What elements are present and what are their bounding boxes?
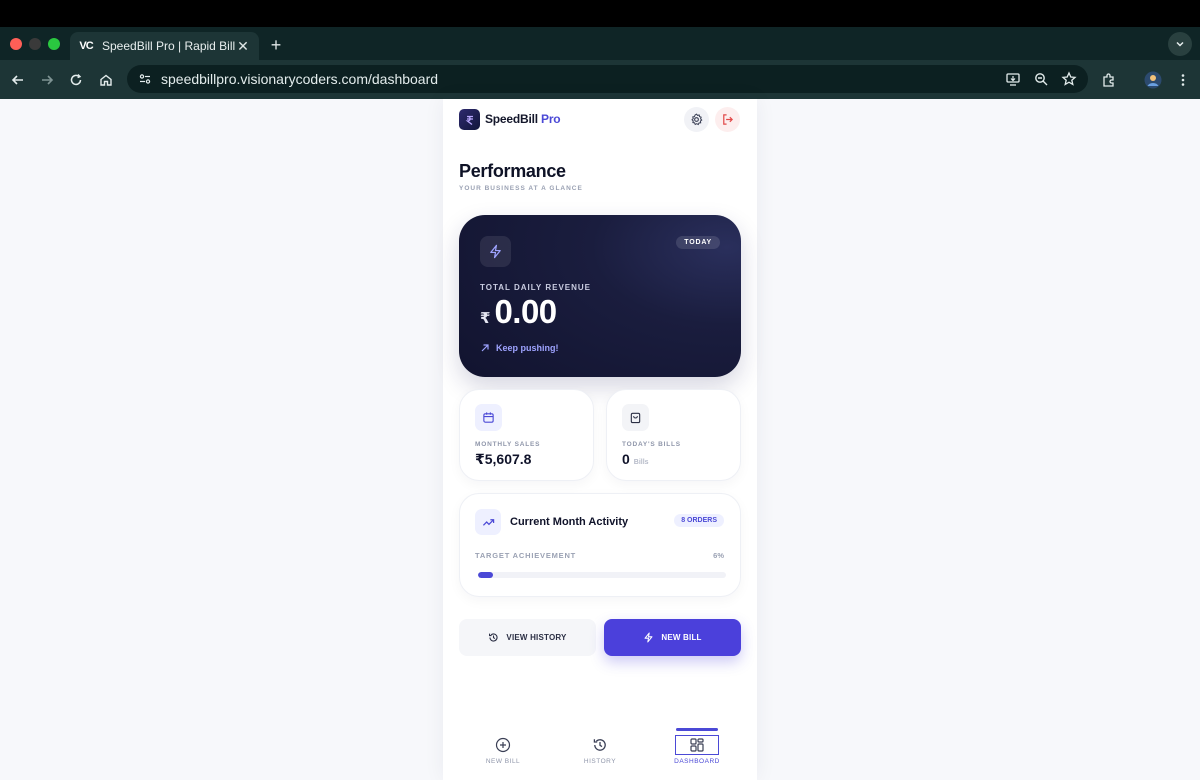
shopping-bag-icon [630,412,641,424]
todays-bills-card: TODAY'S BILLS 0 Bills [606,389,741,481]
gear-icon [691,113,703,126]
trending-up-icon [482,518,494,526]
tab-favicon-icon: VC [79,40,93,52]
hero-footer: Keep pushing! [480,343,559,353]
orders-badge: 8 ORDERS [674,514,724,527]
view-history-button[interactable]: VIEW HISTORY [459,619,596,656]
stat-value: 0 Bills [622,451,649,467]
page-title: Performance [459,161,566,181]
nav-label: NEW BILL [485,758,521,765]
home-button[interactable] [95,69,117,91]
brand-name-text: SpeedBill [485,112,538,126]
arrow-up-right-icon [481,344,489,352]
nav-item-dashboard[interactable]: DASHBOARD [667,735,727,775]
revenue-label: TOTAL DAILY REVENUE [480,283,592,292]
history-icon [489,633,498,642]
profile-avatar[interactable] [1142,69,1164,91]
brand-suffix: Pro [541,112,561,126]
url-text[interactable]: speedbillpro.visionarycoders.com/dashboa… [161,71,438,87]
target-progress-fill [478,572,493,578]
view-history-label: VIEW HISTORY [506,633,567,642]
daily-revenue-card: TODAY TOTAL DAILY REVENUE ₹ 0.00 Keep pu… [459,215,741,377]
stat-icon-box [622,404,649,431]
monthly-sales-card: MONTHLY SALES ₹5,607.8 [459,389,594,481]
revenue-amount: ₹ 0.00 [480,293,557,331]
nav-active-indicator [676,728,718,731]
new-bill-label: NEW BILL [661,633,702,642]
back-button[interactable] [7,69,29,91]
dashboard-grid-icon [675,735,719,755]
bottom-navigation: NEW BILL HISTORY DASHBOARD [443,727,757,780]
stat-label: MONTHLY SALES [475,441,541,448]
stat-icon-box [475,404,502,431]
rupee-logo-icon [465,115,473,125]
current-month-activity-card: Current Month Activity 8 ORDERS TARGET A… [459,493,741,597]
page-subtitle: YOUR BUSINESS AT A GLANCE [459,185,583,192]
new-bill-button[interactable]: NEW BILL [604,619,741,656]
lightning-icon [644,632,653,643]
window-close-button[interactable] [10,38,22,50]
os-menubar [0,0,1200,27]
arrow-left-icon [11,75,23,85]
logout-button[interactable] [715,107,740,132]
browser-menu-button[interactable] [1172,69,1194,91]
browser-tabstrip: VC SpeedBill Pro | Rapid Billing b ✕ + [0,27,1200,60]
bookmark-star-icon[interactable] [1060,70,1078,88]
target-label: TARGET ACHIEVEMENT [475,551,577,560]
activity-icon-box [475,509,501,535]
target-percentage: 6% [713,551,724,560]
hero-footer-text: Keep pushing! [496,343,559,353]
stat-unit: Bills [633,459,649,466]
arrow-right-icon [42,75,54,85]
puzzle-icon [1103,73,1114,87]
activity-title: Current Month Activity [510,516,629,528]
calendar-icon [483,412,494,423]
new-tab-button[interactable]: + [266,35,286,55]
lightning-icon [490,244,501,259]
kebab-menu-icon [1181,74,1185,86]
home-icon [100,74,112,86]
browser-tab-active[interactable]: VC SpeedBill Pro | Rapid Billing b ✕ [70,32,259,60]
chevron-down-icon [1176,41,1184,47]
browser-toolbar: speedbillpro.visionarycoders.com/dashboa… [0,60,1200,99]
forward-button[interactable] [36,69,58,91]
hero-icon-box [480,236,511,267]
app-container: SpeedBill Pro Performance YOUR BUSINESS … [443,99,757,780]
currency-symbol: ₹ [480,310,491,327]
settings-button[interactable] [684,107,709,132]
install-app-icon[interactable] [1004,70,1022,88]
address-bar[interactable]: speedbillpro.visionarycoders.com/dashboa… [127,65,1088,93]
target-progress-bar [478,572,726,578]
revenue-value: 0.00 [494,293,557,330]
brand-name: SpeedBill Pro [485,112,561,126]
app-header: SpeedBill Pro [443,99,757,141]
reload-icon [70,74,82,86]
window-zoom-button[interactable] [48,38,60,50]
history-icon [578,735,622,755]
today-badge: TODAY [676,236,720,249]
tab-search-button[interactable] [1168,32,1192,56]
stat-value: ₹5,607.8 [475,451,531,468]
reload-button[interactable] [65,69,87,91]
nav-item-new-bill[interactable]: NEW BILL [473,735,533,775]
logout-icon [723,114,733,125]
stat-label: TODAY'S BILLS [622,441,681,448]
nav-label: DASHBOARD [674,758,720,765]
avatar-icon [1144,71,1162,89]
plus-circle-icon [481,735,525,755]
tab-close-icon[interactable]: ✕ [235,38,251,54]
tab-title: SpeedBill Pro | Rapid Billing b [102,39,235,53]
stat-value-text: 0 [622,451,630,467]
brand-logo [459,109,480,130]
extensions-button[interactable] [1098,69,1120,91]
stat-value-text: ₹5,607.8 [475,451,532,467]
zoom-icon[interactable] [1032,70,1050,88]
window-minimize-button[interactable] [29,38,41,50]
nav-label: HISTORY [583,758,617,765]
nav-item-history[interactable]: HISTORY [570,735,630,775]
site-info-icon[interactable] [131,65,159,93]
